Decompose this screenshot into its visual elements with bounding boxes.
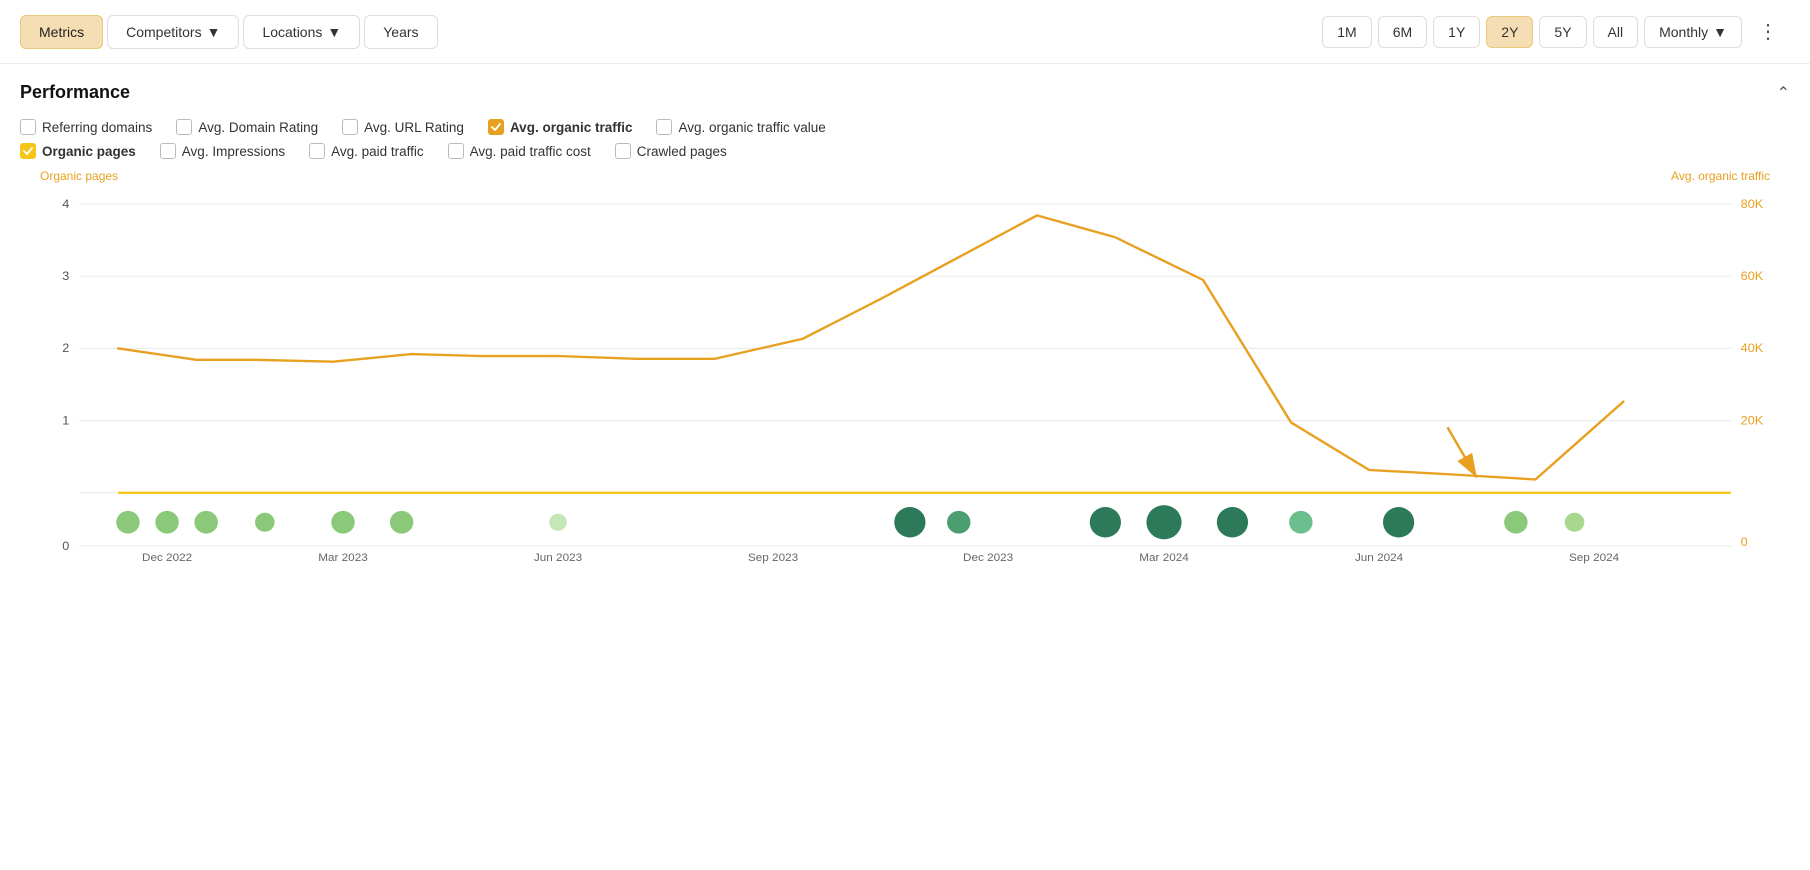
performance-chart: 4 3 2 1 0 80K 60K 40K 20K 0	[40, 185, 1770, 565]
chevron-down-icon: ▼	[327, 24, 341, 40]
checkbox-avg-organic-traffic[interactable]	[488, 119, 504, 135]
svg-text:2: 2	[62, 341, 69, 355]
checkbox-crawled-pages[interactable]	[615, 143, 631, 159]
performance-title: Performance	[20, 82, 130, 103]
checkmark-icon	[23, 147, 33, 155]
checkbox-organic-pages[interactable]	[20, 143, 36, 159]
svg-text:40K: 40K	[1741, 341, 1764, 355]
event-dot	[549, 514, 567, 531]
metrics-row-1: Referring domains Avg. Domain Rating Avg…	[20, 119, 1790, 135]
event-dot	[1090, 507, 1121, 537]
metric-referring-domains[interactable]: Referring domains	[20, 119, 152, 135]
event-dot	[947, 511, 970, 534]
range-6m[interactable]: 6M	[1378, 16, 1427, 48]
chart-right-label: Avg. organic traffic	[1671, 169, 1770, 183]
range-1y[interactable]: 1Y	[1433, 16, 1480, 48]
svg-text:Sep 2023: Sep 2023	[748, 552, 798, 564]
event-dot	[390, 511, 413, 534]
event-dot	[331, 511, 354, 534]
chevron-down-icon: ▼	[207, 24, 221, 40]
checkbox-avg-url-rating[interactable]	[342, 119, 358, 135]
checkbox-avg-domain-rating[interactable]	[176, 119, 192, 135]
event-dot	[1383, 507, 1414, 537]
chart-left-label: Organic pages	[40, 169, 118, 183]
chevron-down-icon: ▼	[1713, 24, 1727, 40]
event-dot	[1146, 505, 1181, 539]
svg-text:Mar 2023: Mar 2023	[318, 552, 367, 564]
event-dot	[155, 511, 178, 534]
event-dot	[194, 511, 217, 534]
svg-text:Mar 2024: Mar 2024	[1139, 552, 1189, 564]
checkmark-icon	[491, 123, 501, 131]
chart-axis-labels: Organic pages Avg. organic traffic	[40, 169, 1770, 183]
range-all[interactable]: All	[1593, 16, 1639, 48]
svg-text:Jun 2024: Jun 2024	[1355, 552, 1404, 564]
svg-text:80K: 80K	[1741, 197, 1764, 211]
toolbar: Metrics Competitors ▼ Locations ▼ Years …	[0, 0, 1810, 64]
range-2y[interactable]: 2Y	[1486, 16, 1533, 48]
toolbar-left: Metrics Competitors ▼ Locations ▼ Years	[20, 15, 438, 49]
event-dot	[1217, 507, 1248, 537]
metrics-row-2: Organic pages Avg. Impressions Avg. paid…	[20, 143, 1790, 159]
performance-header: Performance ⌃	[20, 82, 1790, 103]
metric-avg-paid-traffic-cost[interactable]: Avg. paid traffic cost	[448, 143, 591, 159]
tab-years[interactable]: Years	[364, 15, 437, 49]
svg-text:20K: 20K	[1741, 414, 1764, 428]
toolbar-right: 1M 6M 1Y 2Y 5Y All Monthly ▼ ⋮	[1322, 12, 1790, 51]
svg-text:60K: 60K	[1741, 269, 1764, 283]
metric-avg-organic-traffic-value[interactable]: Avg. organic traffic value	[656, 119, 825, 135]
svg-text:Dec 2022: Dec 2022	[142, 552, 192, 564]
event-dot	[116, 511, 139, 534]
metric-avg-organic-traffic[interactable]: Avg. organic traffic	[488, 119, 633, 135]
tab-metrics[interactable]: Metrics	[20, 15, 103, 49]
metric-avg-paid-traffic[interactable]: Avg. paid traffic	[309, 143, 424, 159]
metric-avg-domain-rating[interactable]: Avg. Domain Rating	[176, 119, 318, 135]
tab-competitors[interactable]: Competitors ▼	[107, 15, 239, 49]
svg-text:Dec 2023: Dec 2023	[963, 552, 1013, 564]
event-dot	[1565, 513, 1585, 532]
organic-pages-line	[118, 215, 1623, 479]
tab-locations[interactable]: Locations ▼	[243, 15, 360, 49]
svg-text:0: 0	[62, 539, 69, 553]
svg-text:Sep 2024: Sep 2024	[1569, 552, 1620, 564]
checkbox-avg-impressions[interactable]	[160, 143, 176, 159]
svg-text:1: 1	[62, 414, 69, 428]
metric-avg-impressions[interactable]: Avg. Impressions	[160, 143, 285, 159]
range-1m[interactable]: 1M	[1322, 16, 1371, 48]
svg-text:0: 0	[1741, 535, 1748, 549]
checkbox-avg-organic-traffic-value[interactable]	[656, 119, 672, 135]
event-dot	[1289, 511, 1312, 534]
metric-avg-url-rating[interactable]: Avg. URL Rating	[342, 119, 464, 135]
event-dot	[894, 507, 925, 537]
range-5y[interactable]: 5Y	[1539, 16, 1586, 48]
checkbox-referring-domains[interactable]	[20, 119, 36, 135]
svg-text:Jun 2023: Jun 2023	[534, 552, 582, 564]
metric-organic-pages[interactable]: Organic pages	[20, 143, 136, 159]
checkbox-avg-paid-traffic-cost[interactable]	[448, 143, 464, 159]
event-dot	[255, 513, 275, 532]
performance-section: Performance ⌃ Referring domains Avg. Dom…	[0, 64, 1810, 565]
chart-wrapper: 4 3 2 1 0 80K 60K 40K 20K 0	[40, 185, 1770, 565]
collapse-button[interactable]: ⌃	[1777, 83, 1790, 103]
more-options-button[interactable]: ⋮	[1748, 12, 1790, 51]
checkbox-avg-paid-traffic[interactable]	[309, 143, 325, 159]
chart-container: Organic pages Avg. organic traffic 4 3 2…	[20, 169, 1790, 565]
metric-crawled-pages[interactable]: Crawled pages	[615, 143, 727, 159]
svg-text:3: 3	[62, 269, 69, 283]
svg-text:4: 4	[62, 197, 69, 211]
annotation-arrow	[1447, 427, 1476, 477]
granularity-selector[interactable]: Monthly ▼	[1644, 16, 1742, 48]
event-dot	[1504, 511, 1527, 534]
